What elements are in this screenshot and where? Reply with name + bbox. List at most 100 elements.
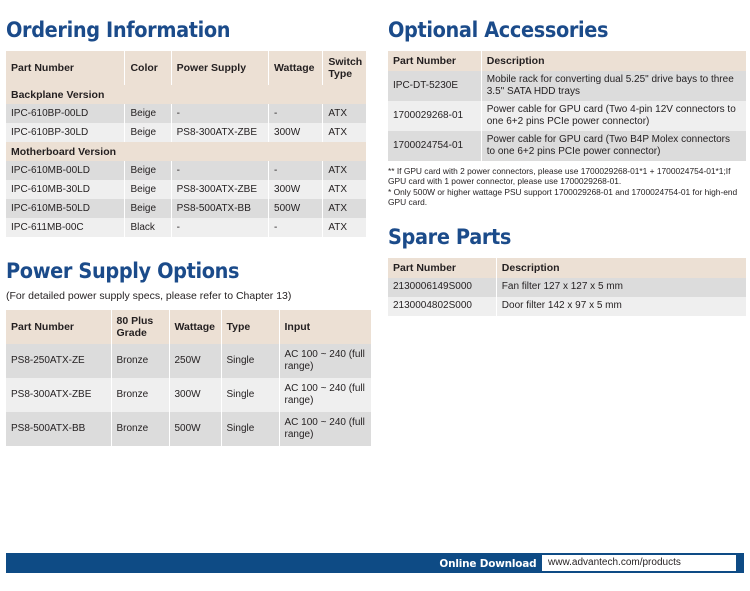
right-column: Optional Accessories Part Number Descrip… [388,18,746,316]
cell-description: Door filter 142 x 97 x 5 mm [496,296,746,316]
cell-wattage: 500W [169,412,222,446]
table-row: IPC-610MB-50LD Beige PS8-500ATX-BB 500W … [6,199,366,218]
page-title-ordering-information: Ordering Information [6,18,231,42]
table-row: 2130004802S000 Door filter 142 x 97 x 5 … [388,296,746,316]
cell-part-number: 1700024754-01 [388,131,482,161]
table-row: IPC-610MB-30LD Beige PS8-300ATX-ZBE 300W… [6,180,366,199]
page-title-optional-accessories: Optional Accessories [388,18,609,42]
column-header-color: Color [124,51,172,85]
table-row: PS8-250ATX-ZE Bronze 250W Single AC 100 … [6,344,371,378]
footer-url-link[interactable]: www.advantech.com/products [542,555,736,571]
column-header-wattage: Wattage [268,51,324,85]
page-title-spare-parts: Spare Parts [388,224,512,249]
cell-part-number: IPC-610MB-00LD [6,161,126,180]
cell-switch-type: ATX [322,123,366,142]
cell-wattage: 250W [169,344,222,378]
table-row: 1700024754-01 Power cable for GPU card (… [388,131,746,161]
footer-online-download: Online Download www.advantech.com/produc… [434,553,736,573]
cell-part-number: PS8-250ATX-ZE [6,344,112,378]
spare-parts-section: Spare Parts Part Number Description 2130… [388,225,746,316]
table-header-row: Part Number 80 Plus Grade Wattage Type I… [6,310,371,344]
cell-power-supply: - [171,104,270,123]
cell-wattage: 300W [268,123,324,142]
cell-type: Single [221,412,280,446]
column-header-switch-type: Switch Type [322,51,366,85]
cell-part-number: IPC-610MB-50LD [6,199,126,218]
group-label-backplane-version: Backplane Version [6,85,366,104]
page-root: Ordering Information Part Number Color P… [0,0,750,591]
footer-bar: Online Download www.advantech.com/produc… [6,553,744,573]
footer-label-online-download: Online Download [439,556,537,570]
cell-color: Beige [124,161,172,180]
table-row: IPC-610BP-00LD Beige - - ATX [6,104,366,123]
cell-description: Mobile rack for converting dual 5.25" dr… [481,71,746,101]
cell-switch-type: ATX [322,161,366,180]
table-row: PS8-500ATX-BB Bronze 500W Single AC 100 … [6,412,371,446]
cell-wattage: 300W [169,378,222,412]
cell-part-number: 2130006149S000 [388,277,497,297]
left-column: Ordering Information Part Number Color P… [6,18,371,446]
column-header-description: Description [496,257,746,278]
cell-part-number: 2130004802S000 [388,296,497,316]
table-row: IPC-610MB-00LD Beige - - ATX [6,161,366,180]
cell-color: Beige [124,123,172,142]
cell-switch-type: ATX [322,199,366,218]
optional-accessories-table: Part Number Description IPC-DT-5230E Mob… [388,51,746,161]
accessories-footnotes: ** If GPU card with 2 power connectors, … [388,166,746,208]
cell-80-plus-grade: Bronze [111,412,170,446]
cell-description: Fan filter 127 x 127 x 5 mm [496,277,746,297]
column-header-part-number: Part Number [388,257,497,278]
cell-type: Single [221,344,280,378]
column-header-wattage: Wattage [169,310,222,344]
table-row: IPC-611MB-00C Black - - ATX [6,218,366,237]
cell-wattage: - [268,218,324,237]
cell-power-supply: - [171,161,270,180]
cell-color: Beige [124,180,172,199]
cell-description: Power cable for GPU card (Two 4-pin 12V … [481,101,746,131]
cell-input: AC 100 ~ 240 (full range) [279,344,371,378]
column-header-part-number: Part Number [6,51,126,85]
column-header-80-plus-grade: 80 Plus Grade [111,310,170,344]
cell-80-plus-grade: Bronze [111,378,170,412]
table-row: PS8-300ATX-ZBE Bronze 300W Single AC 100… [6,378,371,412]
column-header-power-supply: Power Supply [171,51,270,85]
cell-wattage: 500W [268,199,324,218]
cell-color: Beige [124,104,172,123]
cell-description: Power cable for GPU card (Two B4P Molex … [481,131,746,161]
column-header-type: Type [221,310,280,344]
cell-part-number: IPC-611MB-00C [6,218,126,237]
cell-power-supply: - [171,218,270,237]
column-header-input: Input [279,310,371,344]
cell-part-number: 1700029268-01 [388,101,482,131]
table-row: 1700029268-01 Power cable for GPU card (… [388,101,746,131]
table-header-row: Part Number Description [388,51,746,71]
ordering-information-table: Part Number Color Power Supply Wattage S… [6,51,366,237]
table-row: 2130006149S000 Fan filter 127 x 127 x 5 … [388,277,746,297]
cell-switch-type: ATX [322,180,366,199]
cell-part-number: IPC-610BP-30LD [6,123,126,142]
cell-color: Beige [124,199,172,218]
column-header-description: Description [481,51,746,71]
cell-power-supply: PS8-300ATX-ZBE [171,123,270,142]
column-header-part-number: Part Number [388,51,482,71]
column-header-part-number: Part Number [6,310,112,344]
cell-wattage: - [268,161,324,180]
cell-switch-type: ATX [322,218,366,237]
footnote-gpu-power-connectors: ** If GPU card with 2 power connectors, … [388,166,731,187]
cell-type: Single [221,378,280,412]
power-supply-options-table: Part Number 80 Plus Grade Wattage Type I… [6,310,371,446]
page-title-power-supply-options: Power Supply Options [6,259,240,283]
table-group-row: Backplane Version [6,85,366,104]
group-label-motherboard-version: Motherboard Version [6,142,366,161]
cell-color: Black [124,218,172,237]
cell-input: AC 100 ~ 240 (full range) [279,412,371,446]
table-header-row: Part Number Description [388,257,746,278]
cell-wattage: - [268,104,324,123]
footnote-psu-wattage-requirement: * Only 500W or higher wattage PSU suppor… [388,186,738,208]
cell-switch-type: ATX [322,104,366,123]
cell-part-number: IPC-DT-5230E [388,71,482,101]
spare-parts-table: Part Number Description 2130006149S000 F… [388,257,746,316]
cell-part-number: PS8-500ATX-BB [6,412,112,446]
power-supply-note: (For detailed power supply specs, please… [6,290,292,302]
cell-80-plus-grade: Bronze [111,344,170,378]
